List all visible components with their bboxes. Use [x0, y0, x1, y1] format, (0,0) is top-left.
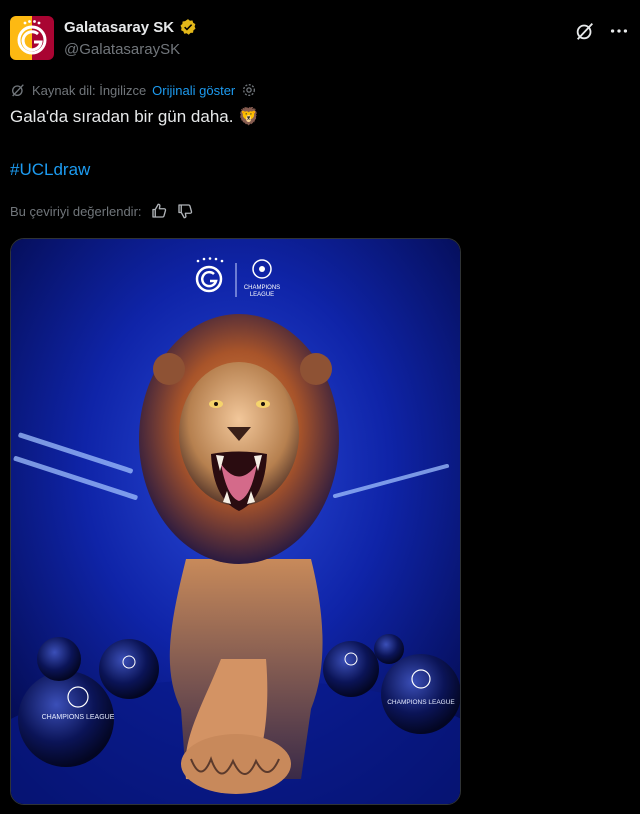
rate-translation-row: Bu çeviriyi değerlendir:	[10, 202, 194, 220]
rate-translation-label: Bu çeviriyi değerlendir:	[10, 203, 142, 219]
avatar[interactable]	[10, 16, 54, 60]
handle[interactable]: @GalatasaraySK	[64, 41, 180, 58]
more-options-icon[interactable]	[608, 20, 630, 42]
tweet-header: Galatasaray SK @GalatasaraySK	[10, 16, 630, 62]
show-original-link[interactable]: Orijinali göster	[152, 83, 235, 98]
svg-text:LEAGUE: LEAGUE	[250, 292, 274, 298]
lion-artwork-image: CHAMPIONS LEAGUE CHAMPIONS LEAGUE CHAMPI…	[11, 239, 460, 804]
name-row: Galatasaray SK	[64, 18, 197, 36]
thumbs-down-icon[interactable]	[176, 202, 194, 220]
translation-row: Kaynak dil: İngilizce Orijinali göster	[10, 82, 257, 98]
galatasaray-crest-icon	[10, 16, 54, 60]
gear-icon[interactable]	[241, 82, 257, 98]
thumbs-up-icon[interactable]	[150, 202, 168, 220]
verified-gold-badge-icon	[180, 19, 196, 35]
lion-emoji: 🦁	[238, 107, 260, 126]
grok-icon[interactable]	[574, 20, 596, 42]
tweet-media-image[interactable]: CHAMPIONS LEAGUE CHAMPIONS LEAGUE CHAMPI…	[10, 238, 461, 805]
display-name[interactable]: Galatasaray SK	[64, 19, 174, 36]
tweet-text: Gala'da sıradan bir gün daha. 🦁	[10, 106, 259, 128]
ball-label-2: CHAMPIONS LEAGUE	[387, 699, 455, 706]
svg-text:CHAMPIONS: CHAMPIONS	[244, 285, 280, 291]
tweet-body: Gala'da sıradan bir gün daha.	[10, 107, 234, 126]
ball-label-1: CHAMPIONS LEAGUE	[42, 714, 115, 721]
hashtag-link[interactable]: #UCLdraw	[10, 160, 90, 180]
translate-icon	[12, 84, 24, 97]
source-language-label: Kaynak dil: İngilizce	[32, 82, 147, 98]
